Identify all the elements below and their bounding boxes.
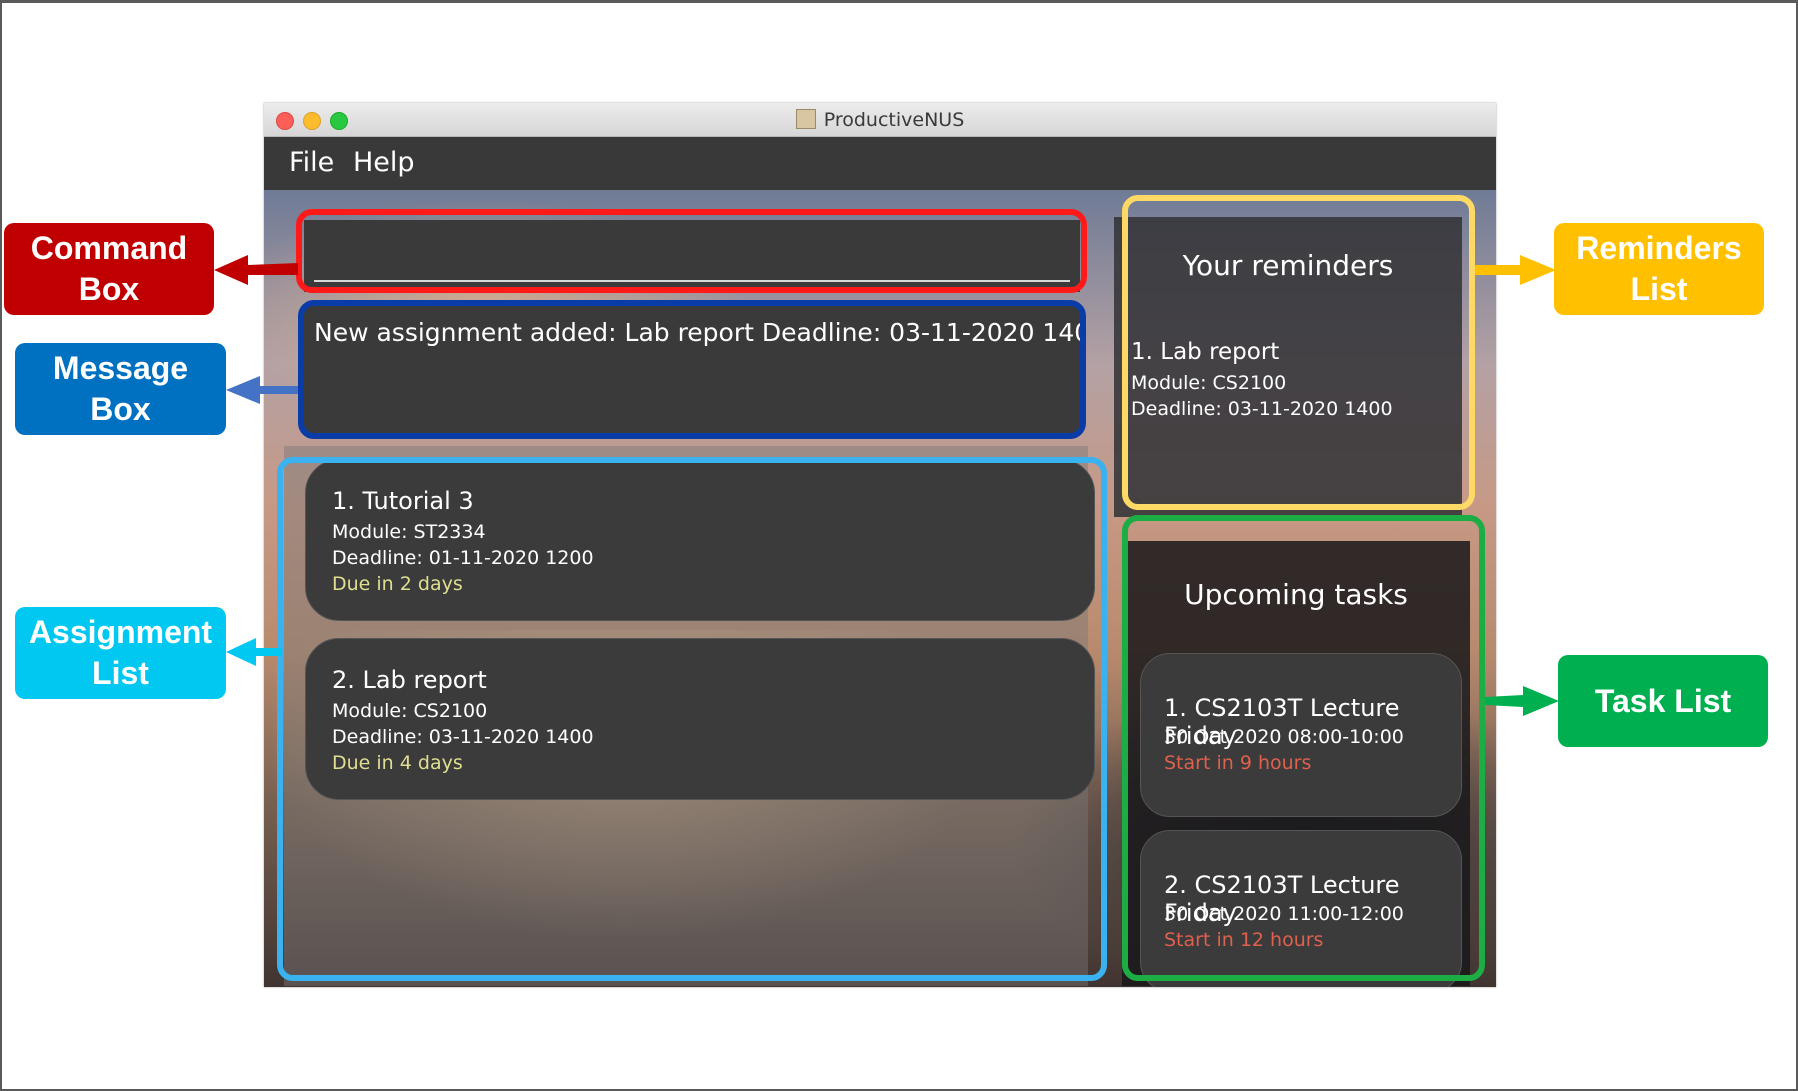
title-bar: ProductiveNUS xyxy=(264,103,1496,137)
callout-assignment-list: Assignment List xyxy=(15,607,226,699)
task-list-arrow xyxy=(1485,686,1559,716)
callout-message-box-line1: Message xyxy=(52,350,189,386)
assignment-list-highlight xyxy=(277,457,1107,981)
window-title: ProductiveNUS xyxy=(264,109,1496,131)
menu-file[interactable]: File xyxy=(289,147,334,178)
task-list-highlight xyxy=(1122,515,1485,981)
callout-reminders-list-line2: List xyxy=(1630,271,1688,307)
reminders-list-arrow xyxy=(1475,255,1556,285)
callout-task-list: Task List xyxy=(1558,655,1768,747)
command-box-highlight xyxy=(296,209,1087,293)
menu-help[interactable]: Help xyxy=(353,147,415,178)
reminders-list-highlight xyxy=(1122,195,1475,510)
callout-reminders-list: Reminders List xyxy=(1554,223,1764,315)
callout-reminders-list-line1: Reminders xyxy=(1576,230,1742,266)
callout-assignment-list-line2: List xyxy=(92,655,149,691)
callout-message-box: Message Box xyxy=(15,343,226,435)
message-box-highlight xyxy=(298,300,1086,439)
callout-command-box-line2: Box xyxy=(78,271,140,307)
assignment-list-arrow xyxy=(226,638,282,666)
command-box-arrow xyxy=(214,255,298,285)
message-box-arrow xyxy=(226,376,298,404)
callout-command-box-line1: Command xyxy=(30,230,188,266)
menu-bar: File Help xyxy=(264,137,1496,190)
callout-command-box: Command Box xyxy=(4,223,214,315)
callout-message-box-line2: Box xyxy=(90,391,151,427)
callout-assignment-list-line1: Assignment xyxy=(28,614,213,650)
callout-task-list-label: Task List xyxy=(1594,682,1732,719)
app-icon xyxy=(795,109,816,129)
window-title-text: ProductiveNUS xyxy=(823,109,965,131)
